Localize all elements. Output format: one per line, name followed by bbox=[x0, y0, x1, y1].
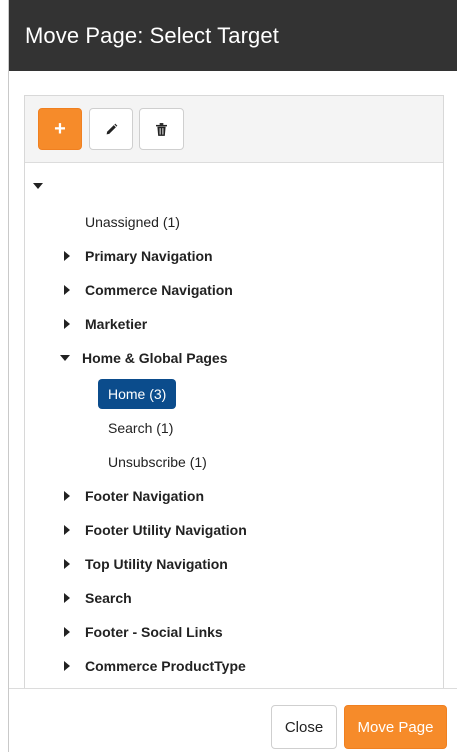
move-page-dialog: Move Page: Select Target + Unassigned (1… bbox=[8, 0, 457, 752]
tree-item-footer-utility-navigation[interactable]: Footer Utility Navigation bbox=[62, 513, 247, 547]
tree-item-marketier[interactable]: Marketier bbox=[62, 307, 147, 341]
caret-right-icon[interactable] bbox=[62, 285, 72, 295]
caret-right-icon[interactable] bbox=[62, 319, 72, 329]
tree-item-label: Home (3) bbox=[98, 379, 177, 409]
tree-panel: + Unassigned (1) Primary Navigation Comm… bbox=[24, 95, 444, 695]
tree-item-commerce-producttype[interactable]: Commerce ProductType bbox=[62, 649, 246, 683]
tree-item-label: Top Utility Navigation bbox=[85, 556, 228, 572]
add-node-button[interactable]: + bbox=[38, 108, 82, 150]
tree-item-label: Commerce Navigation bbox=[85, 282, 233, 298]
dialog-header: Move Page: Select Target bbox=[9, 0, 457, 71]
tree-toolbar: + bbox=[25, 96, 443, 163]
caret-right-icon[interactable] bbox=[62, 525, 72, 535]
tree-item-unassigned[interactable]: Unassigned (1) bbox=[85, 205, 180, 239]
tree-item-label: Search (1) bbox=[108, 420, 174, 436]
tree-item-label: Unsubscribe (1) bbox=[108, 454, 207, 470]
tree-item-label: Footer Navigation bbox=[85, 488, 205, 504]
caret-right-icon[interactable] bbox=[62, 661, 72, 671]
tree-item-label: Footer - Social Links bbox=[85, 624, 223, 640]
move-page-button[interactable]: Move Page bbox=[344, 705, 447, 749]
tree-item-primary-navigation[interactable]: Primary Navigation bbox=[62, 239, 213, 273]
caret-right-icon[interactable] bbox=[62, 251, 72, 261]
tree-item-footer-navigation[interactable]: Footer Navigation bbox=[62, 479, 204, 513]
tree-item-top-utility-navigation[interactable]: Top Utility Navigation bbox=[62, 547, 228, 581]
tree-root-toggle[interactable] bbox=[33, 169, 43, 203]
tree-item-commerce-navigation[interactable]: Commerce Navigation bbox=[62, 273, 233, 307]
tree-item-footer-social-links[interactable]: Footer - Social Links bbox=[62, 615, 223, 649]
caret-down-icon[interactable] bbox=[60, 353, 70, 363]
tree-item-label: Search bbox=[85, 590, 132, 606]
plus-icon: + bbox=[54, 117, 66, 140]
tree-item-label: Unassigned (1) bbox=[85, 214, 180, 230]
tree-item-home[interactable]: Home (3) bbox=[98, 377, 177, 411]
dialog-title: Move Page: Select Target bbox=[25, 22, 279, 48]
tree-item-label: Commerce ProductType bbox=[85, 658, 246, 674]
edit-node-button[interactable] bbox=[89, 108, 133, 150]
caret-down-icon bbox=[33, 181, 43, 191]
tree-item-unsubscribe[interactable]: Unsubscribe (1) bbox=[108, 445, 207, 479]
tree-item-label: Footer Utility Navigation bbox=[85, 522, 247, 538]
delete-node-button[interactable] bbox=[139, 108, 184, 150]
caret-right-icon[interactable] bbox=[62, 627, 72, 637]
tree-item-label: Home & Global Pages bbox=[82, 350, 228, 366]
tree-item-home-global-pages[interactable]: Home & Global Pages bbox=[60, 341, 227, 375]
trash-icon bbox=[156, 122, 167, 136]
tree-item-label: Marketier bbox=[85, 316, 148, 332]
caret-right-icon[interactable] bbox=[62, 559, 72, 569]
dialog-footer: Close Move Page bbox=[9, 688, 457, 752]
tree-item-label: Primary Navigation bbox=[85, 248, 213, 264]
caret-right-icon[interactable] bbox=[62, 593, 72, 603]
caret-right-icon[interactable] bbox=[62, 491, 72, 501]
tree-item-search-child[interactable]: Search (1) bbox=[108, 411, 173, 445]
tree-item-search[interactable]: Search bbox=[62, 581, 132, 615]
close-button[interactable]: Close bbox=[271, 705, 337, 749]
pencil-icon bbox=[106, 123, 117, 134]
